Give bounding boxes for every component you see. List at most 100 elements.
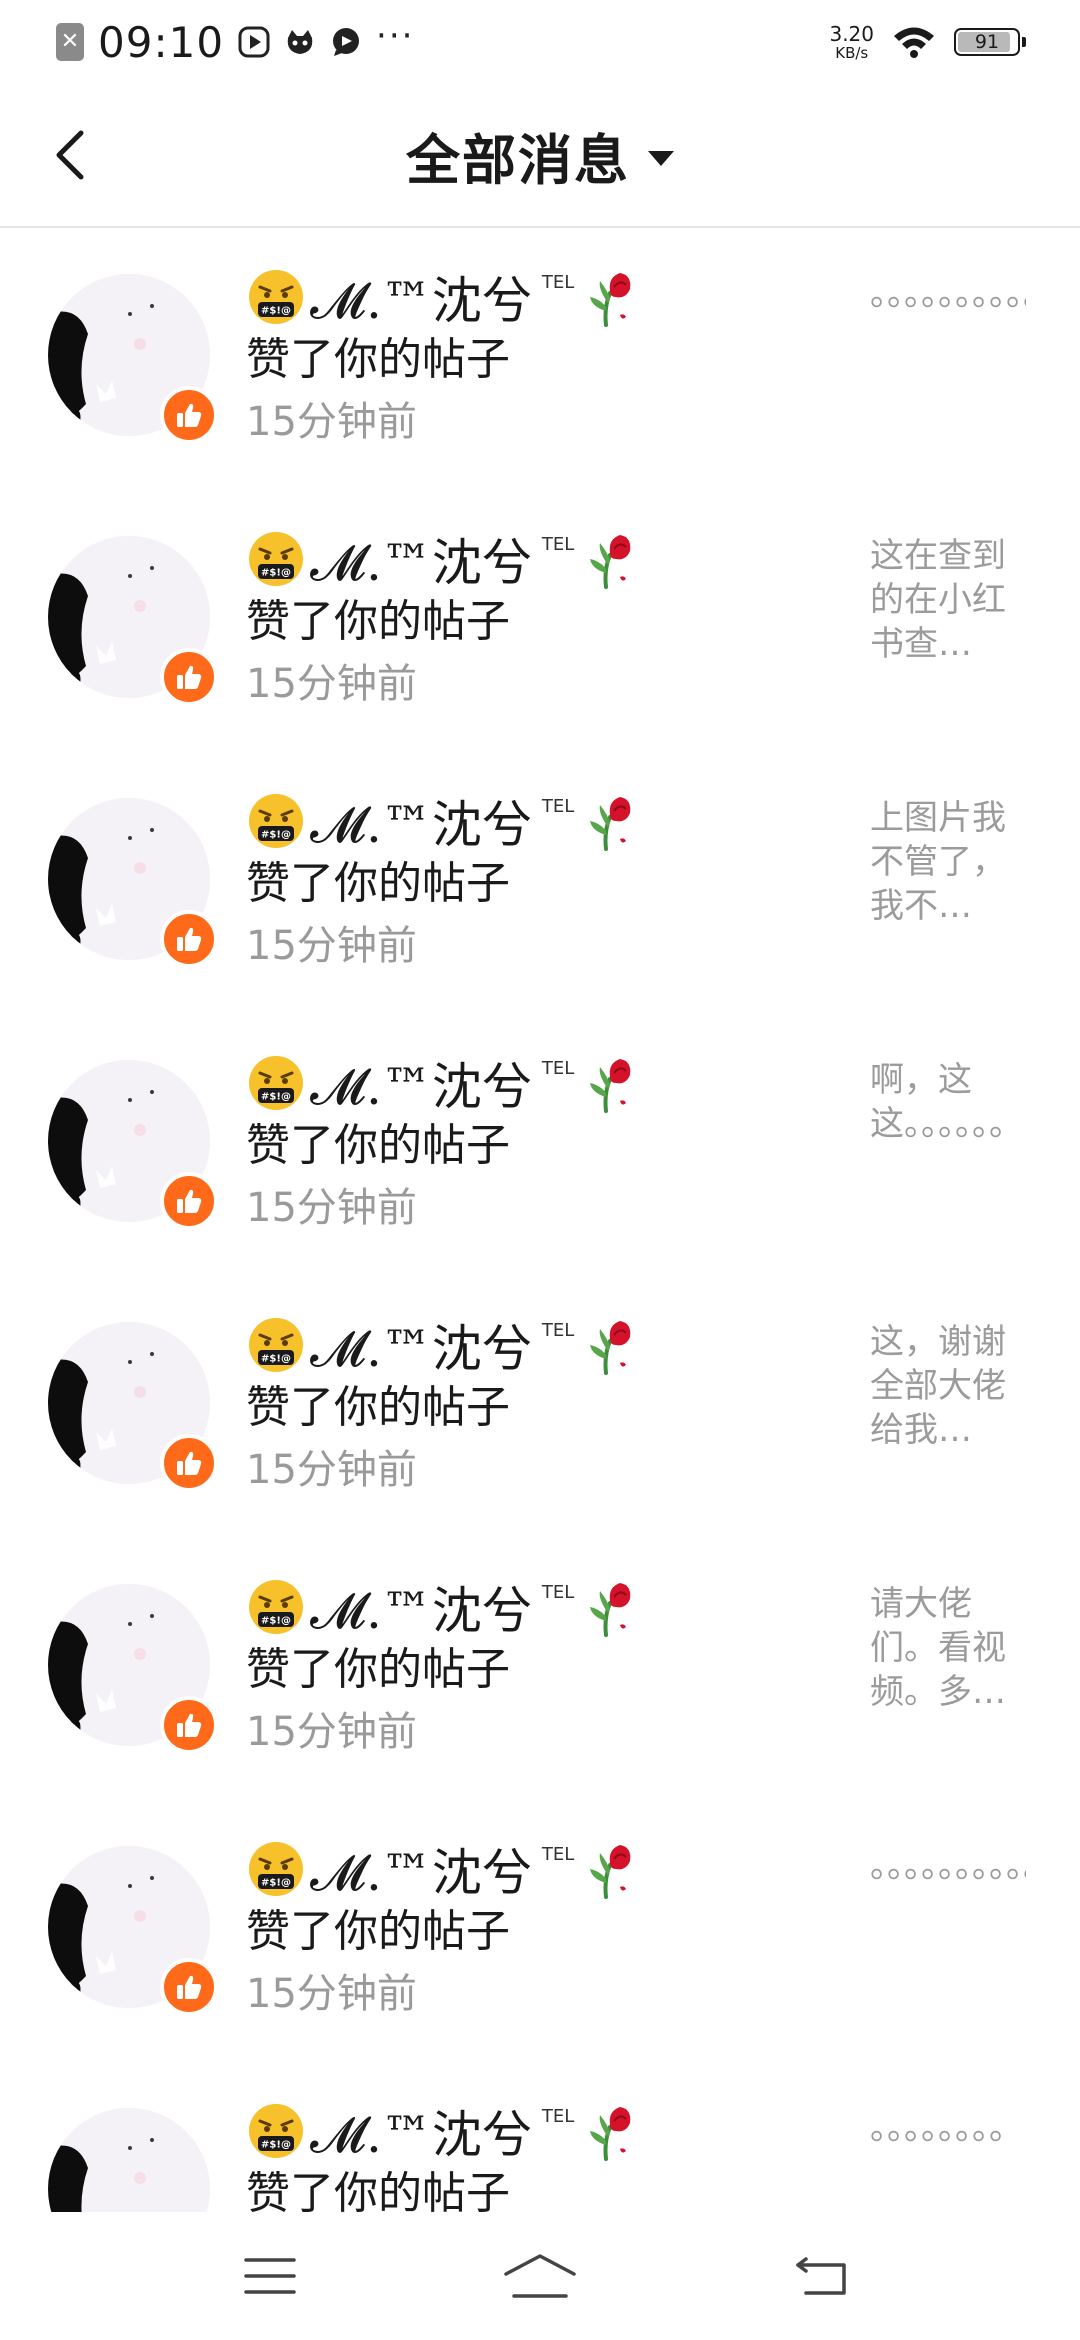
- bilibili-cat-icon: [287, 30, 313, 54]
- post-preview[interactable]: 请大佬们。看视频。多…: [870, 1582, 1026, 1714]
- avatar-art: [48, 2108, 210, 2212]
- status-bar-left: ✕ 09:10 ···: [56, 16, 415, 67]
- user-name-row[interactable]: #$!@ 𝓜.™沈兮 TEL: [246, 1574, 640, 1640]
- page-header: 全部消息: [0, 84, 1080, 228]
- battery-level-text: 91: [974, 31, 1000, 53]
- svg-text:#$!@: #$!@: [261, 568, 291, 579]
- user-name: 𝓜.™沈兮: [310, 1844, 532, 1902]
- back-nav-button[interactable]: [782, 2246, 862, 2306]
- menu-button[interactable]: [230, 2246, 310, 2306]
- svg-text:#$!@: #$!@: [261, 830, 291, 841]
- notification-action: 赞了你的帖子: [246, 1382, 510, 1433]
- tel-superscript: TEL: [541, 2106, 575, 2127]
- svg-text:#$!@: #$!@: [261, 1878, 291, 1889]
- post-preview[interactable]: 上图片我不管了，我不…: [870, 796, 1026, 928]
- post-preview[interactable]: 。。。。。。。。。。…: [870, 1844, 1026, 1888]
- status-time: 09:10: [98, 17, 225, 67]
- cursing-face-emoji-icon: #$!@: [249, 1842, 303, 1896]
- thumbs-up-icon: [177, 665, 202, 689]
- user-name: 𝓜.™沈兮: [310, 1320, 532, 1378]
- user-name-row[interactable]: #$!@ 𝓜.™沈兮 TEL: [246, 264, 640, 330]
- home-button[interactable]: [500, 2246, 580, 2306]
- notification-time: 15分钟前: [246, 1185, 417, 1231]
- like-badge: [160, 1172, 218, 1230]
- avatar[interactable]: [48, 1584, 218, 1754]
- notification-item-3[interactable]: #$!@ 𝓜.™沈兮 TEL 赞了你的帖子 15分钟前 上图片我不管了，我不…: [0, 752, 1080, 1014]
- post-preview[interactable]: 这，谢谢全部大佬给我…: [870, 1320, 1026, 1452]
- cursing-face-emoji-icon: #$!@: [249, 1318, 303, 1372]
- thumbs-up-icon: [177, 1451, 202, 1475]
- like-badge: [160, 386, 218, 444]
- like-badge: [160, 1434, 218, 1492]
- svg-text:#$!@: #$!@: [261, 1616, 291, 1627]
- like-badge: [160, 1696, 218, 1754]
- notification-action: 赞了你的帖子: [246, 1644, 510, 1695]
- user-name-row[interactable]: #$!@ 𝓜.™沈兮 TEL: [246, 1836, 640, 1902]
- menu-icon: [244, 2258, 296, 2294]
- notification-list[interactable]: #$!@ 𝓜.™沈兮 TEL 赞了你的帖子 15分钟前 。。。。。。。。。。…: [0, 228, 1080, 2212]
- avatar[interactable]: [48, 2108, 210, 2212]
- user-name-row[interactable]: #$!@ 𝓜.™沈兮 TEL: [246, 2098, 640, 2164]
- avatar[interactable]: [48, 798, 218, 968]
- cursing-face-emoji-icon: #$!@: [249, 532, 303, 586]
- cursing-face-emoji-icon: #$!@: [249, 2104, 303, 2158]
- sim-error-icon: ✕: [56, 23, 84, 61]
- user-name-row[interactable]: #$!@ 𝓜.™沈兮 TEL: [246, 526, 640, 592]
- cursing-face-emoji-icon: #$!@: [249, 1580, 303, 1634]
- wilted-rose-icon: [590, 535, 631, 589]
- notification-item-2[interactable]: #$!@ 𝓜.™沈兮 TEL 赞了你的帖子 15分钟前 这在查到的在小红书查…: [0, 490, 1080, 752]
- cursing-face-emoji-icon: #$!@: [249, 270, 303, 324]
- thumbs-up-icon: [177, 1189, 202, 1213]
- notification-item-4[interactable]: #$!@ 𝓜.™沈兮 TEL 赞了你的帖子 15分钟前 啊，这这。。。。。。…: [0, 1014, 1080, 1276]
- wilted-rose-icon: [590, 1321, 631, 1375]
- avatar[interactable]: [48, 1846, 218, 2016]
- video-play-icon: [238, 26, 270, 58]
- post-preview[interactable]: 。。。。。。。。: [870, 2106, 1026, 2150]
- avatar[interactable]: [48, 536, 218, 706]
- home-icon: [504, 2254, 576, 2298]
- tel-superscript: TEL: [541, 1844, 575, 1865]
- notification-action: 赞了你的帖子: [246, 1906, 510, 1957]
- notification-item-1[interactable]: #$!@ 𝓜.™沈兮 TEL 赞了你的帖子 15分钟前 。。。。。。。。。。…: [0, 228, 1080, 490]
- page-title: 全部消息: [406, 128, 630, 192]
- notification-time: 15分钟前: [246, 399, 417, 445]
- notification-action: 赞了你的帖子: [246, 1120, 510, 1171]
- user-name-row[interactable]: #$!@ 𝓜.™沈兮 TEL: [246, 1050, 640, 1116]
- notification-item-7[interactable]: #$!@ 𝓜.™沈兮 TEL 赞了你的帖子 15分钟前 。。。。。。。。。。…: [0, 1800, 1080, 2062]
- notification-action: 赞了你的帖子: [246, 2168, 510, 2212]
- user-name: 𝓜.™沈兮: [310, 1582, 532, 1640]
- message-filter-dropdown[interactable]: 全部消息: [0, 120, 1080, 192]
- notification-item-8[interactable]: #$!@ 𝓜.™沈兮 TEL 赞了你的帖子 15分钟前 。。。。。。。。: [0, 2062, 1080, 2212]
- tel-superscript: TEL: [541, 534, 575, 555]
- post-preview[interactable]: 啊，这这。。。。。。…: [870, 1058, 1026, 1146]
- post-preview[interactable]: 。。。。。。。。。。…: [870, 272, 1026, 316]
- notification-action: 赞了你的帖子: [246, 858, 510, 909]
- network-speed-unit: KB/s: [835, 43, 869, 62]
- thumbs-up-icon: [177, 1713, 202, 1737]
- like-badge: [160, 1958, 218, 2016]
- cursing-face-emoji-icon: #$!@: [249, 794, 303, 848]
- avatar[interactable]: [48, 274, 218, 444]
- caret-down-icon: [648, 150, 674, 166]
- avatar[interactable]: [48, 1060, 218, 1230]
- wilted-rose-icon: [590, 2107, 631, 2161]
- user-name: 𝓜.™沈兮: [310, 1058, 532, 1116]
- wilted-rose-icon: [590, 1059, 631, 1113]
- user-name: 𝓜.™沈兮: [310, 2106, 532, 2164]
- status-bar: ✕ 09:10 ··· 3.20 KB/s 91: [0, 0, 1080, 84]
- notification-item-5[interactable]: #$!@ 𝓜.™沈兮 TEL 赞了你的帖子 15分钟前 这，谢谢全部大佬给我…: [0, 1276, 1080, 1538]
- user-name-row[interactable]: #$!@ 𝓜.™沈兮 TEL: [246, 1312, 640, 1378]
- tel-superscript: TEL: [541, 1058, 575, 1079]
- notification-action: 赞了你的帖子: [246, 596, 510, 647]
- user-name-row[interactable]: #$!@ 𝓜.™沈兮 TEL: [246, 788, 640, 854]
- avatar[interactable]: [48, 1322, 218, 1492]
- battery-indicator: 91: [954, 28, 1026, 56]
- post-preview[interactable]: 这在查到的在小红书查…: [870, 534, 1026, 666]
- thumbs-up-icon: [177, 403, 202, 427]
- wilted-rose-icon: [590, 273, 631, 327]
- tel-superscript: TEL: [541, 1320, 575, 1341]
- more-notifications-icon: ···: [376, 16, 415, 56]
- svg-text:#$!@: #$!@: [261, 1092, 291, 1103]
- notification-item-6[interactable]: #$!@ 𝓜.™沈兮 TEL 赞了你的帖子 15分钟前 请大佬们。看视频。多…: [0, 1538, 1080, 1800]
- wilted-rose-icon: [590, 1583, 631, 1637]
